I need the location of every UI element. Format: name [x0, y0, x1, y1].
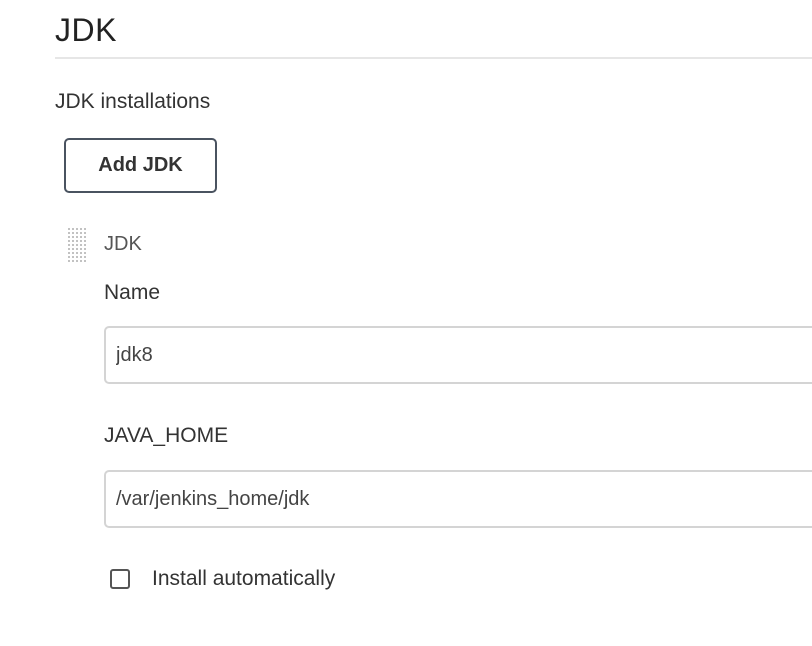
- add-jdk-button[interactable]: Add JDK: [64, 138, 217, 193]
- install-automatically-label[interactable]: Install automatically: [152, 567, 335, 591]
- section-divider: [55, 57, 812, 59]
- name-label: Name: [104, 281, 161, 304]
- jdk-config-page: JDK JDK installations Add JDK JDK Name J…: [0, 0, 812, 646]
- name-input[interactable]: [104, 326, 812, 384]
- jdk-installations-label: JDK installations: [55, 90, 211, 113]
- java-home-label: JAVA_HOME: [104, 424, 229, 447]
- java-home-input[interactable]: [104, 470, 812, 528]
- jdk-item-header: JDK: [104, 233, 142, 255]
- install-automatically-row[interactable]: Install automatically: [110, 564, 335, 594]
- install-automatically-checkbox[interactable]: [110, 569, 130, 589]
- drag-handle-icon[interactable]: [67, 227, 87, 264]
- section-title: JDK: [55, 12, 117, 48]
